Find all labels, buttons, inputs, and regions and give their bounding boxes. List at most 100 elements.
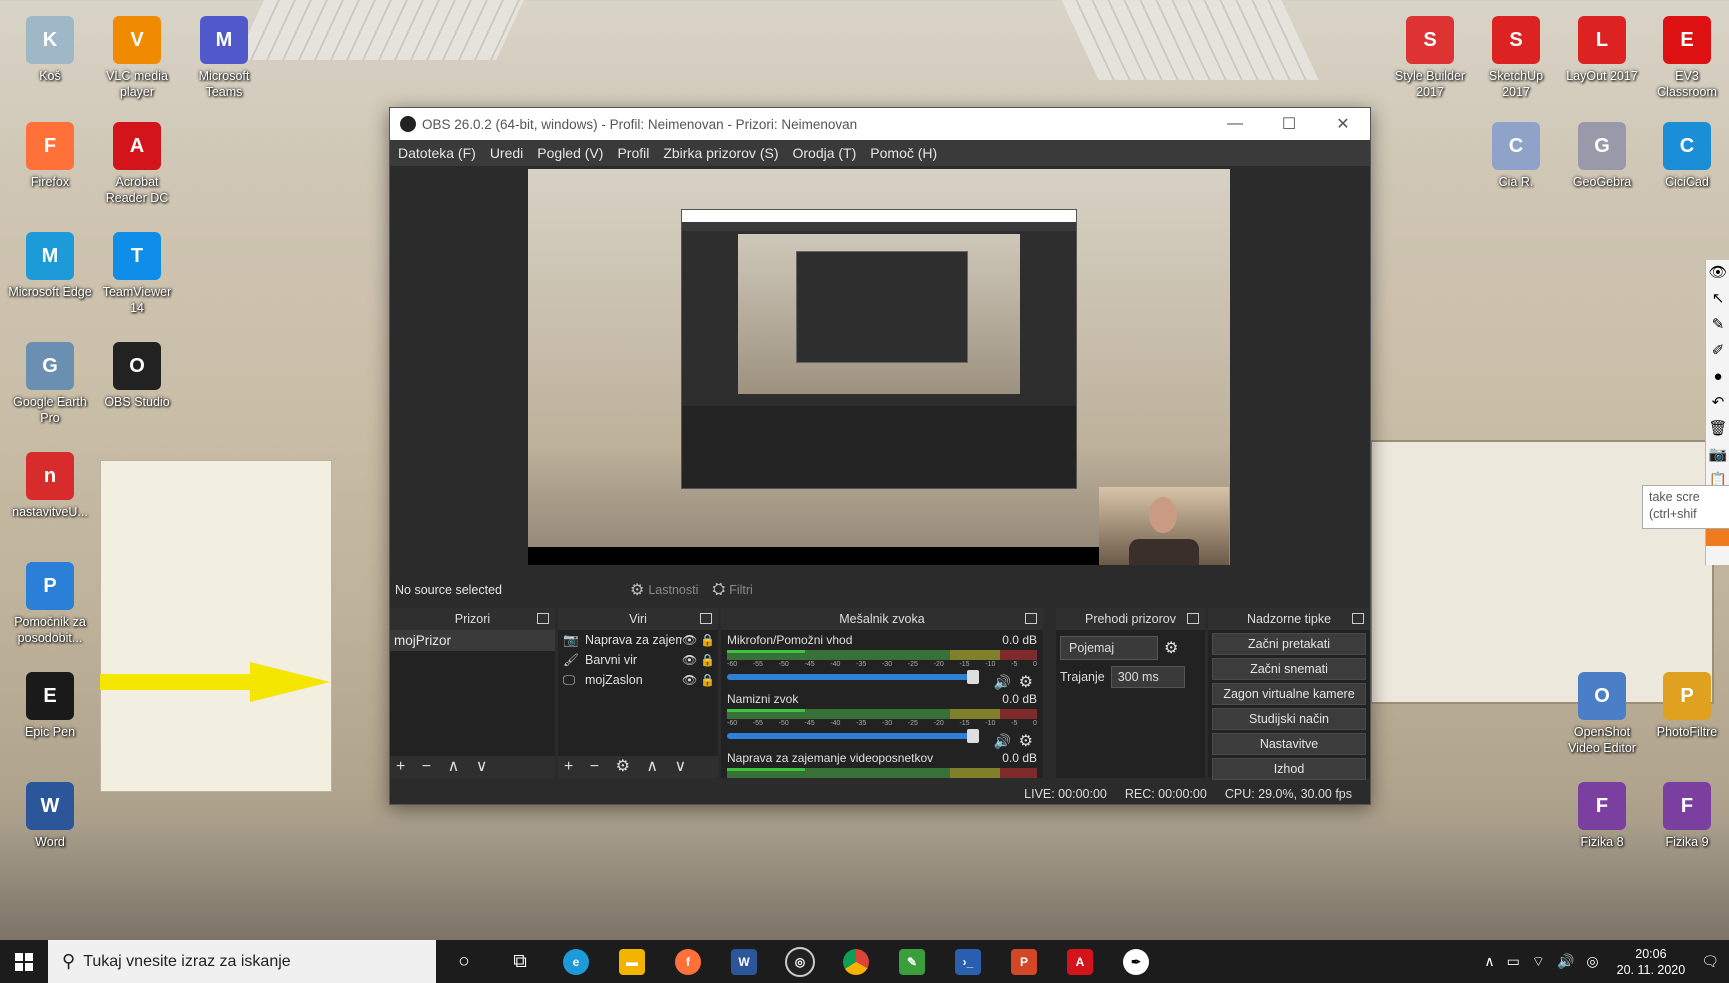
clock[interactable]: 20:06 20. 11. 2020: [1617, 946, 1686, 978]
undock-icon[interactable]: [1025, 613, 1037, 624]
menu-profile[interactable]: Profil: [617, 145, 649, 161]
start-virtual-camera-button[interactable]: Zagon virtualne kamere: [1212, 683, 1366, 705]
wifi-icon[interactable]: ⌔: [1532, 953, 1545, 971]
obs-tray-icon[interactable]: ◎: [1586, 953, 1598, 970]
menu-tools[interactable]: Orodja (T): [792, 145, 856, 161]
start-button[interactable]: [0, 940, 48, 983]
undock-icon[interactable]: [700, 613, 712, 624]
source-item[interactable]: 🖌 Barvni vir 👁 🔒: [558, 650, 718, 670]
studio-mode-button[interactable]: Studijski način: [1212, 708, 1366, 730]
properties-button[interactable]: ⚙ Lastnosti: [630, 580, 698, 600]
minimize-button[interactable]: —: [1208, 115, 1262, 133]
maximize-button[interactable]: ☐: [1262, 114, 1316, 134]
menu-file[interactable]: Datoteka (F): [398, 145, 476, 161]
menu-help[interactable]: Pomoč (H): [870, 145, 937, 161]
powerpoint-taskbar-icon[interactable]: P: [996, 940, 1052, 983]
undo-icon[interactable]: ↶: [1706, 390, 1729, 416]
task-view-icon[interactable]: ⧉: [492, 940, 548, 983]
file-explorer-icon[interactable]: ▬: [604, 940, 660, 983]
menu-view[interactable]: Pogled (V): [537, 145, 603, 161]
camera-icon[interactable]: 📷: [1706, 442, 1729, 468]
undock-icon[interactable]: [537, 613, 549, 624]
lock-icon[interactable]: 🔒: [700, 673, 718, 687]
desktop-icon-windows-update[interactable]: P Pomočnik za posodobit...: [8, 562, 92, 646]
eye-icon[interactable]: 👁: [1706, 260, 1729, 286]
cortana-icon[interactable]: ○: [436, 940, 492, 983]
edge-taskbar-icon[interactable]: e: [548, 940, 604, 983]
desktop-icon-epic-pen[interactable]: E Epic Pen: [8, 672, 92, 740]
desktop-icon-firefox[interactable]: F Firefox: [8, 122, 92, 190]
visibility-eye-icon[interactable]: 👁: [682, 653, 700, 667]
obs-taskbar-icon[interactable]: ◎: [772, 940, 828, 983]
notepad-taskbar-icon[interactable]: ✎: [884, 940, 940, 983]
desktop-icon-recycle-bin[interactable]: K Koš: [8, 16, 92, 84]
sources-toolbar[interactable]: + − ⚙ ∧ ∨: [558, 756, 718, 778]
firefox-taskbar-icon[interactable]: f: [660, 940, 716, 983]
transition-select[interactable]: Pojemaj: [1060, 636, 1158, 660]
desktop-icon-teamviewer[interactable]: T TeamViewer 14: [95, 232, 179, 316]
desktop-icon-sketchup[interactable]: S SketchUp 2017: [1474, 16, 1558, 100]
desktop-icon-cicicad[interactable]: C CiciCad: [1645, 122, 1729, 190]
desktop-icon-firefox-doc[interactable]: F Fizika 9: [1645, 782, 1729, 850]
menu-scene-collection[interactable]: Zbirka prizorov (S): [663, 145, 778, 161]
acrobat-taskbar-icon[interactable]: A: [1052, 940, 1108, 983]
slider-handle[interactable]: [967, 670, 979, 684]
start-recording-button[interactable]: Začni snemati: [1212, 658, 1366, 680]
desktop-icon-obs[interactable]: O OBS Studio: [95, 342, 179, 410]
highlighter-icon[interactable]: ✐: [1706, 338, 1729, 364]
close-button[interactable]: ✕: [1316, 114, 1370, 134]
taskbar-search[interactable]: ⚲ Tukaj vnesite izraz za iskanje: [48, 940, 436, 983]
slider-handle[interactable]: [967, 729, 979, 743]
visibility-eye-icon[interactable]: 👁: [682, 673, 700, 687]
duration-input[interactable]: 300 ms: [1110, 666, 1185, 688]
desktop-icon-toolbox[interactable]: n nastavitveU...: [8, 452, 92, 520]
battery-icon[interactable]: ▭: [1507, 953, 1520, 970]
scenes-toolbar[interactable]: + − ∧ ∨: [390, 756, 555, 778]
desktop-icon-google-earth[interactable]: G Google Earth Pro: [8, 342, 92, 426]
gear-icon[interactable]: ⚙: [1164, 638, 1178, 658]
pen-icon[interactable]: ✎: [1706, 312, 1729, 338]
desktop-icon-vlc[interactable]: V VLC media player: [95, 16, 179, 100]
desktop-icon-openshot[interactable]: O OpenShot Video Editor: [1560, 672, 1644, 756]
source-item[interactable]: 🖵 mojZaslon 👁 🔒: [558, 670, 718, 690]
desktop-icon-word[interactable]: W Word: [8, 782, 92, 850]
desktop-icon-teams[interactable]: M Microsoft Teams: [182, 16, 266, 100]
settings-button[interactable]: Nastavitve: [1212, 733, 1366, 755]
desktop-icon-style-builder[interactable]: S Style Builder 2017: [1388, 16, 1472, 100]
start-streaming-button[interactable]: Začni pretakati: [1212, 633, 1366, 655]
chrome-taskbar-icon[interactable]: [828, 940, 884, 983]
word-taskbar-icon[interactable]: W: [716, 940, 772, 983]
title-bar[interactable]: OBS 26.0.2 (64-bit, windows) - Profil: N…: [390, 108, 1370, 140]
notifications-icon[interactable]: 🗨: [1701, 953, 1719, 970]
obs-window[interactable]: OBS 26.0.2 (64-bit, windows) - Profil: N…: [389, 107, 1371, 805]
desktop-icon-ev3[interactable]: E EV3 Classroom: [1645, 16, 1729, 100]
desktop-icon-layout[interactable]: L LayOut 2017: [1560, 16, 1644, 84]
dot-icon[interactable]: ●: [1706, 364, 1729, 390]
scene-item[interactable]: mojPrizor: [390, 630, 555, 651]
menu-edit[interactable]: Uredi: [490, 145, 523, 161]
desktop-icon-edge[interactable]: M Microsoft Edge: [8, 232, 92, 300]
desktop-icon-firefox-doc[interactable]: F Fizika 8: [1560, 782, 1644, 850]
trash-icon[interactable]: 🗑: [1706, 416, 1729, 442]
desktop-icon-photofiltre[interactable]: P PhotoFiltre: [1645, 672, 1729, 740]
desktop-icon-geogebra[interactable]: G GeoGebra: [1560, 122, 1644, 190]
desktop-icon-acrobat[interactable]: A Acrobat Reader DC: [95, 122, 179, 206]
powershell-taskbar-icon[interactable]: ›_: [940, 940, 996, 983]
source-item[interactable]: 📷 Naprava za zajem 👁 🔒: [558, 630, 718, 650]
preview-area[interactable]: [390, 166, 1370, 575]
undock-icon[interactable]: [1352, 613, 1364, 624]
undock-icon[interactable]: [1187, 613, 1199, 624]
filters-button[interactable]: ⛭ Filtri: [712, 581, 752, 599]
lock-icon[interactable]: 🔒: [700, 653, 718, 667]
volume-slider[interactable]: [727, 729, 979, 743]
chevron-up-icon[interactable]: ∧: [1484, 953, 1494, 970]
exit-button[interactable]: Izhod: [1212, 758, 1366, 780]
lock-icon[interactable]: 🔒: [700, 633, 718, 647]
preview-canvas[interactable]: [528, 169, 1230, 565]
volume-slider[interactable]: [727, 670, 979, 684]
desktop-icon-shell[interactable]: C Cia R.: [1474, 122, 1558, 190]
visibility-eye-icon[interactable]: 👁: [682, 633, 700, 647]
cursor-icon[interactable]: ↖: [1706, 286, 1729, 312]
speaker-icon[interactable]: 🔊: [1557, 953, 1574, 970]
epic-pen-taskbar-icon[interactable]: ✒: [1108, 940, 1164, 983]
